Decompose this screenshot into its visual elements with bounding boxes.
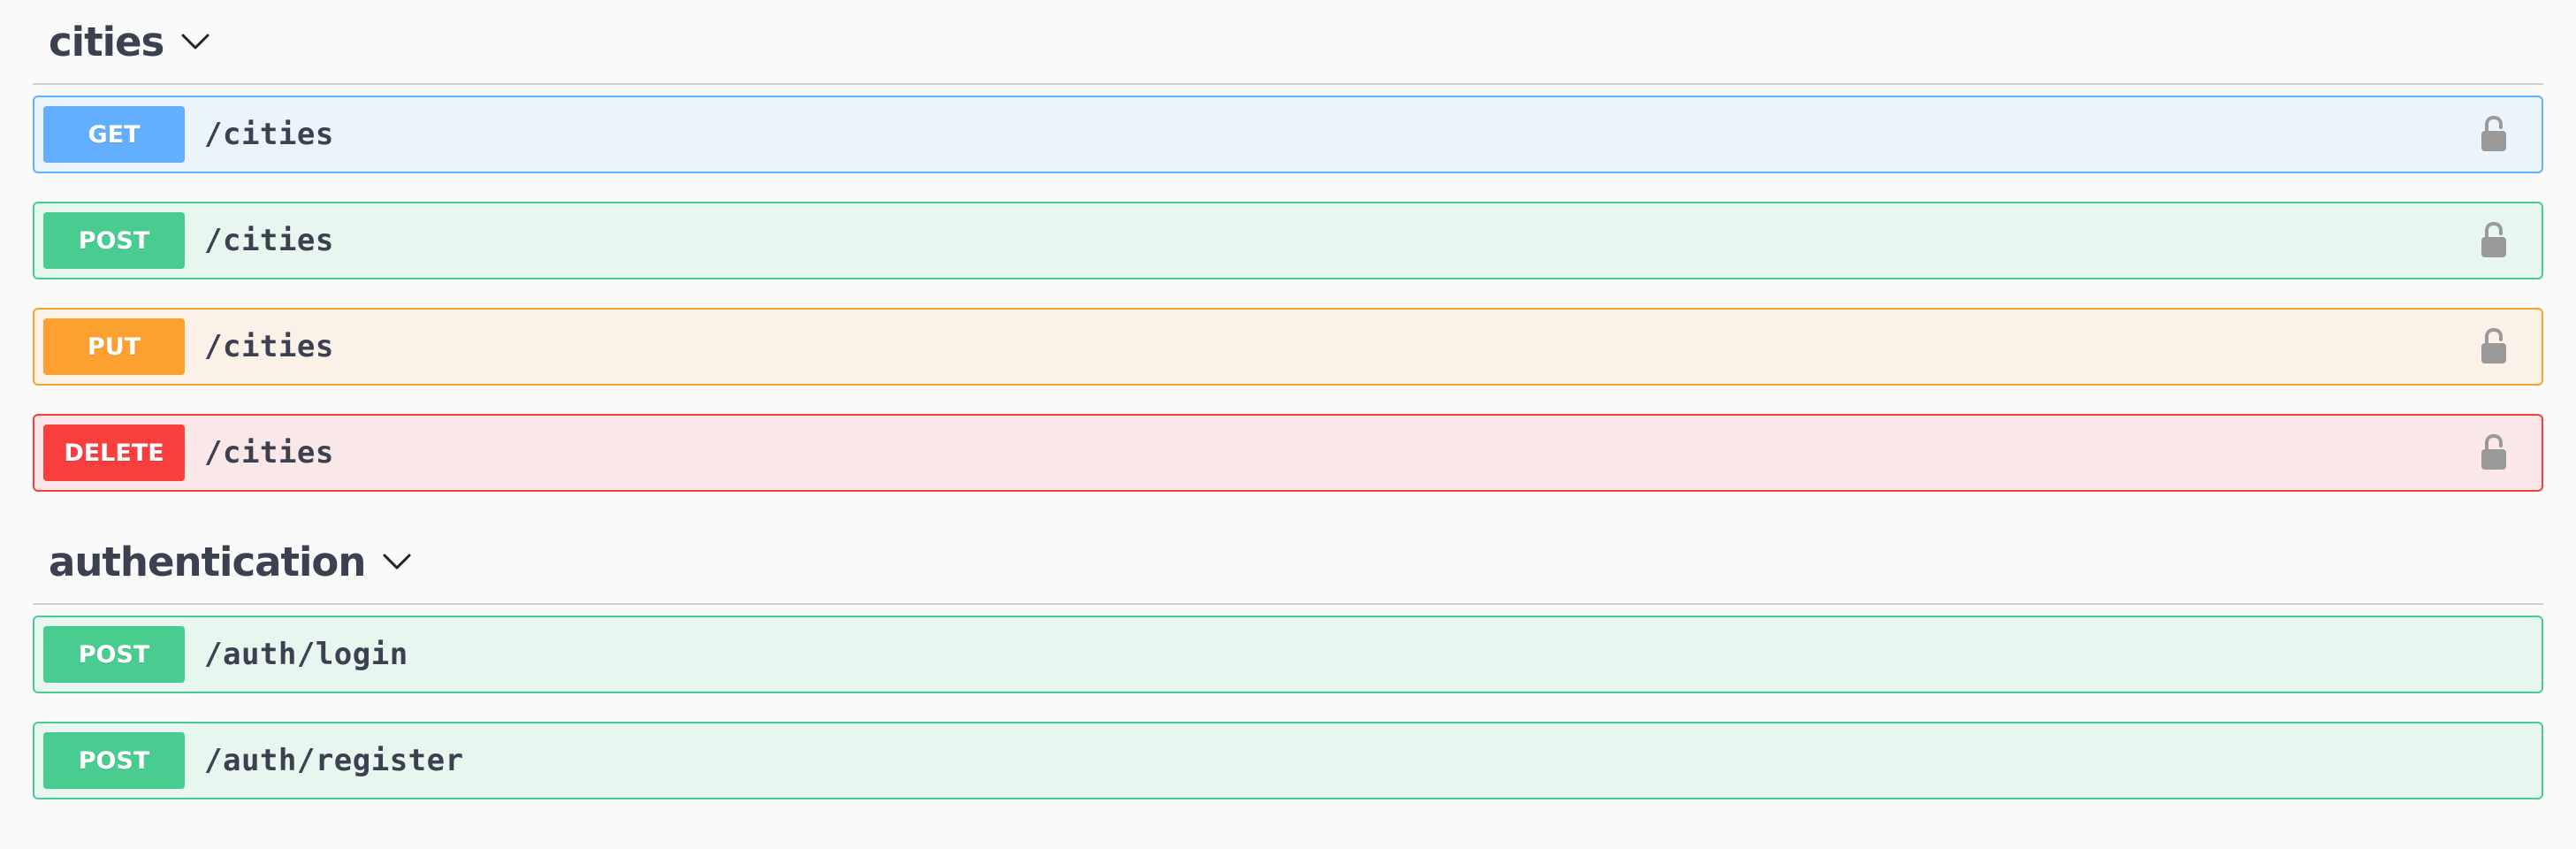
operation-put-cities[interactable]: PUT /cities <box>33 308 2543 386</box>
operation-path: /auth/login <box>204 637 408 672</box>
operation-path: /cities <box>204 117 334 152</box>
operation-post-auth-register[interactable]: POST /auth/register <box>33 722 2543 799</box>
operation-path: /cities <box>204 223 334 258</box>
operation-post-auth-login[interactable]: POST /auth/login <box>33 616 2543 693</box>
chevron-down-icon[interactable] <box>178 24 213 59</box>
method-badge-get: GET <box>43 106 185 163</box>
operation-delete-cities[interactable]: DELETE /cities <box>33 414 2543 492</box>
api-operations-page: cities GET /cities POST /cities PUT /cit… <box>33 0 2543 828</box>
operation-get-cities[interactable]: GET /cities <box>33 96 2543 173</box>
method-badge-post: POST <box>43 626 185 683</box>
method-badge-put: PUT <box>43 318 185 375</box>
operation-path: /cities <box>204 435 334 470</box>
tag-title: authentication <box>49 538 366 585</box>
tag-header-cities[interactable]: cities <box>33 0 2543 85</box>
unlocked-padlock-icon[interactable] <box>2480 222 2508 259</box>
unlocked-padlock-icon[interactable] <box>2480 434 2508 471</box>
tag-header-authentication[interactable]: authentication <box>33 520 2543 605</box>
tag-title: cities <box>49 18 164 65</box>
operation-path: /auth/register <box>204 743 464 778</box>
unlocked-padlock-icon[interactable] <box>2480 116 2508 153</box>
method-badge-delete: DELETE <box>43 424 185 481</box>
tag-section-authentication: authentication POST /auth/login POST /au… <box>33 520 2543 799</box>
operation-post-cities[interactable]: POST /cities <box>33 202 2543 279</box>
method-badge-post: POST <box>43 732 185 789</box>
operation-path: /cities <box>204 329 334 364</box>
method-badge-post: POST <box>43 212 185 269</box>
unlocked-padlock-icon[interactable] <box>2480 328 2508 365</box>
tag-section-cities: cities GET /cities POST /cities PUT /cit… <box>33 0 2543 492</box>
chevron-down-icon[interactable] <box>379 544 415 579</box>
